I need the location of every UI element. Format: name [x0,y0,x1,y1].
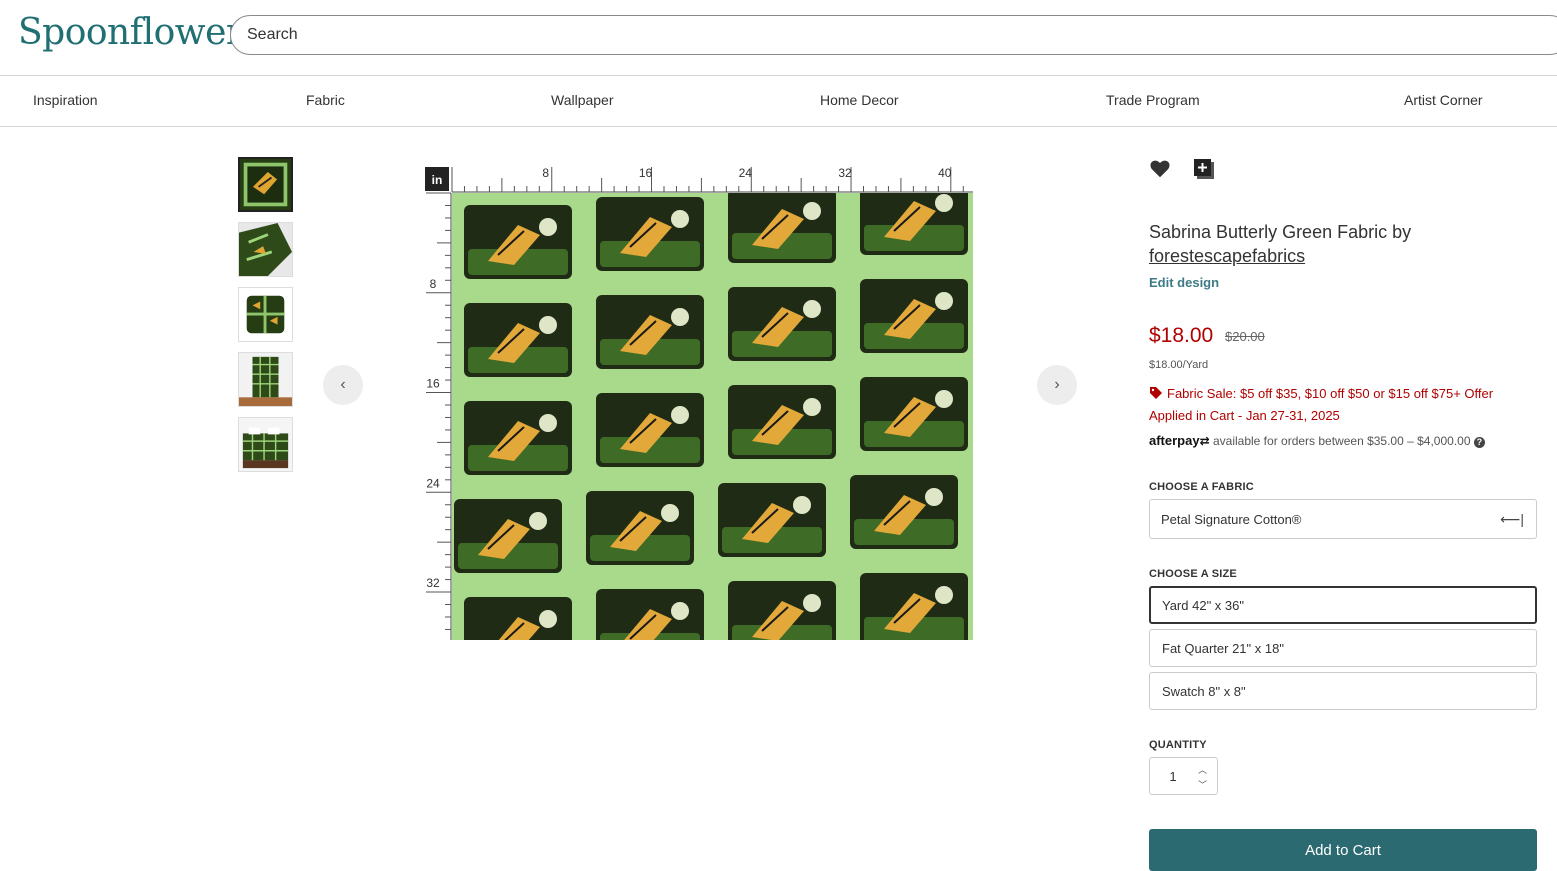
heart-icon [1150,160,1170,178]
ruler-label: 16 [426,377,440,391]
fabric-tile [596,393,704,467]
original-price: $20.00 [1225,329,1265,344]
ruler-label: 8 [430,277,437,291]
next-image-button[interactable]: › [1037,365,1077,405]
ruler-label: 32 [426,576,440,590]
fabric-tile [596,589,704,640]
previous-image-button[interactable]: ‹ [323,365,363,405]
fabric-tile [860,377,968,451]
quantity-stepper[interactable]: ︿ ﹀ [1149,757,1218,795]
fabric-tile [596,295,704,369]
fabric-select[interactable]: Petal Signature Cotton® ⟵| [1149,499,1537,539]
fabric-tile [464,205,572,279]
fabric-tile [728,193,836,263]
fabric-tile [586,491,694,565]
fabric-tile [464,401,572,475]
fabric-tile [860,193,968,255]
ruler-label: 24 [739,166,753,180]
thumbnail-pillow[interactable] [238,287,293,342]
designer-link[interactable]: forestescapefabrics [1149,246,1305,266]
open-drawer-icon: ⟵| [1500,511,1524,527]
ruler-label: 32 [838,166,852,180]
unit-price: $18.00/Yard [1149,359,1209,371]
fabric-tile [860,279,968,353]
sale-line-1: Fabric Sale: $5 off $35, $10 off $50 or … [1167,386,1494,401]
edit-design-link[interactable]: Edit design [1149,275,1219,290]
add-to-collection-button[interactable] [1193,158,1215,185]
chevron-right-icon: › [1054,376,1060,393]
fabric-tile [728,287,836,361]
fabric-tile [596,197,704,271]
nav-item-fabric[interactable]: Fabric [306,92,345,108]
fabric-tile [464,303,572,377]
thumbnail-fabric-swatch[interactable] [238,157,293,212]
nav-item-artist-corner[interactable]: Artist Corner [1404,92,1483,108]
chevron-left-icon: ‹ [340,376,346,393]
fabric-tile [718,483,826,557]
size-option-fat-quarter[interactable]: Fat Quarter 21" x 18" [1149,629,1537,667]
ruler-label: 24 [426,476,440,490]
ruler-unit-label: in [432,173,443,187]
product-title: Sabrina Butterly Green Fabric by foreste… [1149,220,1537,268]
nav-item-home-decor[interactable]: Home Decor [820,92,899,108]
sale-line-2: Applied in Cart - Jan 27-31, 2025 [1149,408,1340,423]
quantity-label: QUANTITY [1149,739,1207,751]
search-input[interactable] [230,15,1557,55]
ruler-label: 40 [938,166,952,180]
top-ruler: 8 16 24 32 40 [451,166,973,193]
ruler-label: 16 [639,166,653,180]
add-to-collection-icon [1194,159,1214,179]
size-label: CHOOSE A SIZE [1149,568,1237,580]
fabric-tile [728,385,836,459]
fabric-tile [860,573,968,640]
nav-item-inspiration[interactable]: Inspiration [33,92,98,108]
chevron-down-icon[interactable]: ﹀ [1198,778,1207,791]
afterpay-text: available for orders between $35.00 – $4… [1212,434,1471,448]
left-ruler: 8 16 24 32 [426,192,452,640]
tag-icon [1150,387,1162,399]
fabric-select-value: Petal Signature Cotton® [1161,511,1302,527]
fabric-tile [728,581,836,640]
thumbnail-wall-hanging[interactable] [238,352,293,407]
size-option-swatch[interactable]: Swatch 8" x 8" [1149,672,1537,710]
help-icon[interactable]: ? [1473,437,1485,448]
spoonflower-logo[interactable]: Spoonflower [18,12,243,53]
nav-item-trade-program[interactable]: Trade Program [1106,92,1200,108]
thumbnail-fabric-drape[interactable] [238,222,293,277]
fabric-label: CHOOSE A FABRIC [1149,481,1254,493]
main-nav: Inspiration Fabric Wallpaper Home Decor … [0,76,1557,127]
chevron-up-icon[interactable]: ︿ [1198,763,1207,776]
afterpay-info: afterpay⇄ available for orders between $… [1149,433,1485,448]
sale-banner: Fabric Sale: $5 off $35, $10 off $50 or … [1149,383,1537,427]
fabric-tile [464,597,572,640]
favorite-button[interactable] [1149,158,1171,185]
fabric-tile [850,475,958,549]
site-header: Spoonflower [0,0,1557,76]
nav-item-wallpaper[interactable]: Wallpaper [551,92,614,108]
thumbnail-bedding[interactable] [238,417,293,472]
product-title-text: Sabrina Butterly Green Fabric by [1149,222,1412,242]
size-option-yard[interactable]: Yard 42" x 36" [1149,586,1537,624]
afterpay-arrows-icon: ⇄ [1199,434,1210,448]
ruler-label: 8 [542,166,549,180]
add-to-cart-button[interactable]: Add to Cart [1149,829,1537,871]
fabric-tile [454,499,562,573]
afterpay-logo: afterpay [1149,433,1200,448]
fabric-preview-image [452,193,973,640]
quantity-input[interactable] [1150,758,1196,794]
sale-price: $18.00 [1149,324,1214,347]
